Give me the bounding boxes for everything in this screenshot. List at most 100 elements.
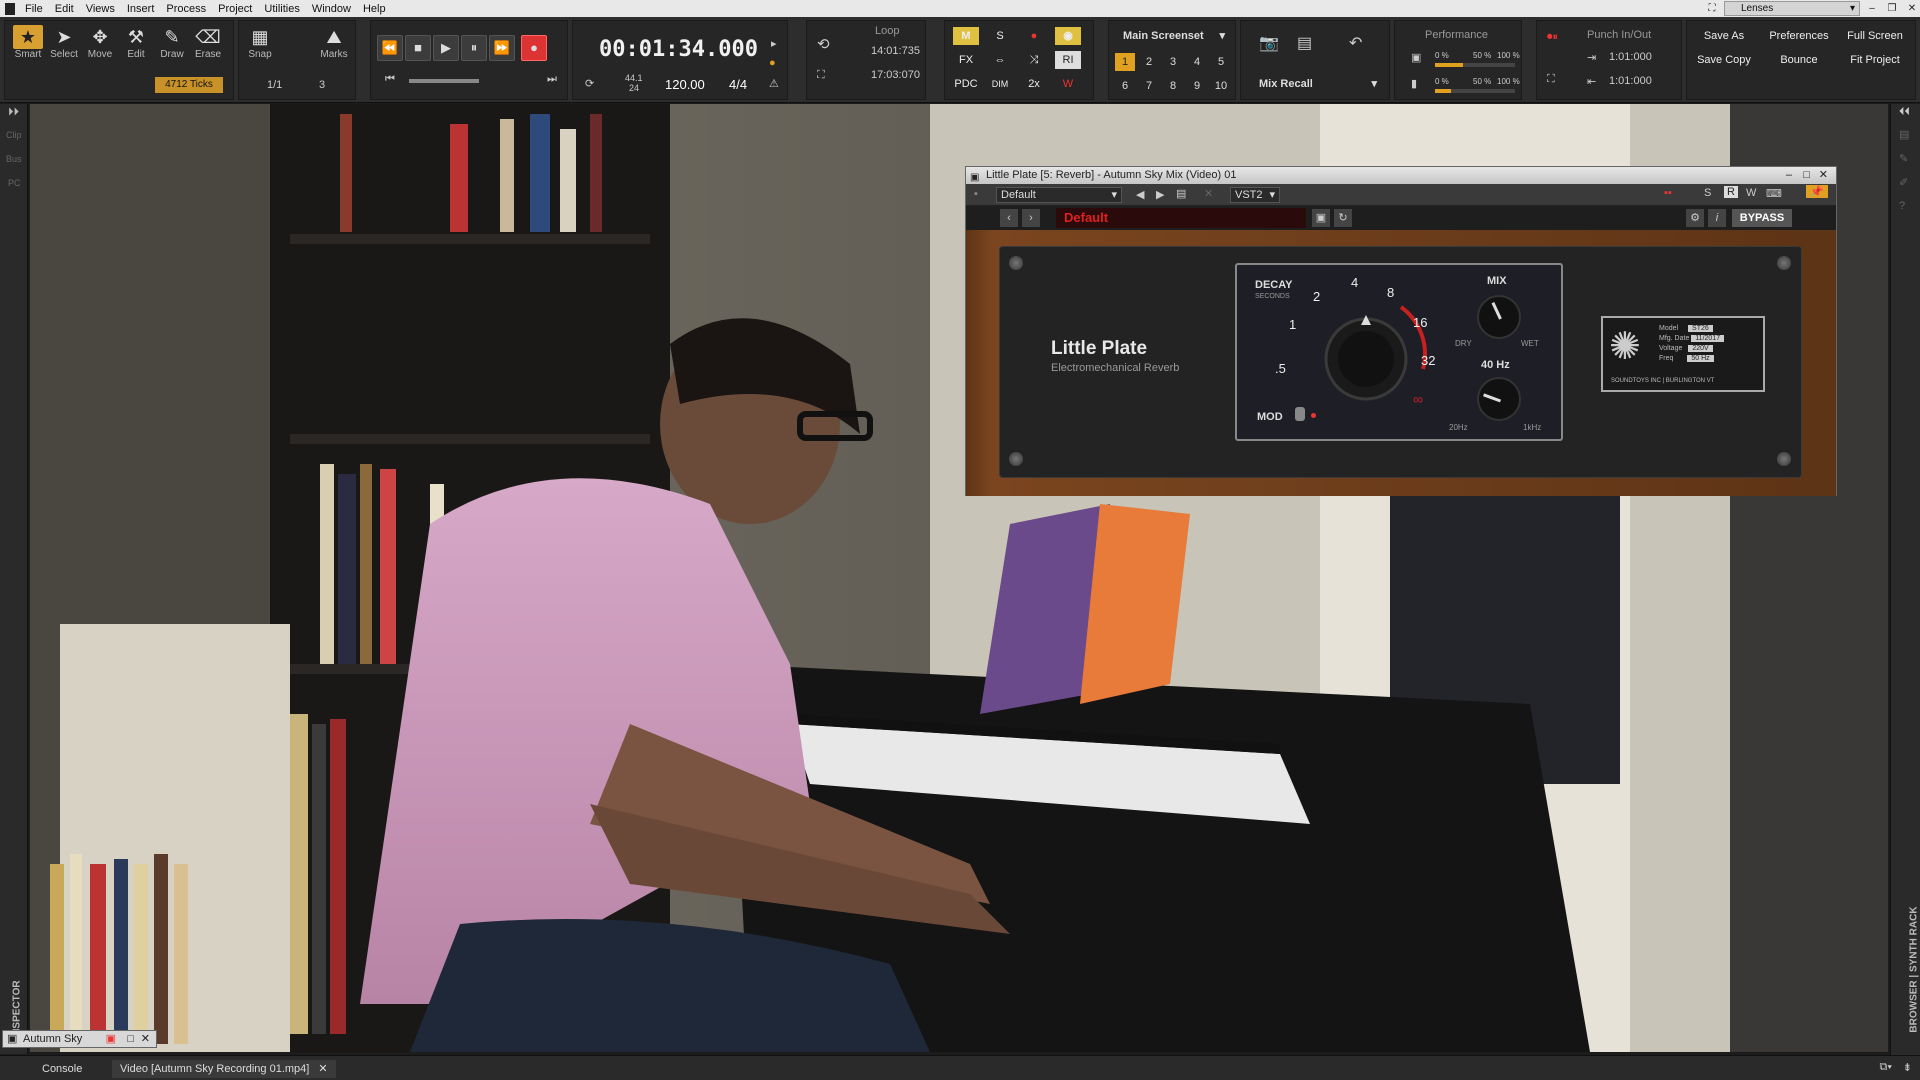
screenset-1[interactable]: 1 xyxy=(1115,53,1135,71)
preferences-button[interactable]: Preferences xyxy=(1763,27,1835,45)
menu-views[interactable]: Views xyxy=(80,3,121,15)
preset-dropdown[interactable]: Default xyxy=(996,187,1122,203)
save-preset-icon[interactable]: ▤ xyxy=(1176,187,1186,200)
mini-restore-icon[interactable]: □ xyxy=(127,1031,134,1047)
plugin-maximize-icon[interactable]: □ xyxy=(1803,167,1810,184)
solo-button[interactable]: S xyxy=(987,27,1013,45)
mini-close-icon[interactable]: ✕ xyxy=(141,1031,150,1047)
hp-knob[interactable] xyxy=(1477,377,1521,421)
mix-knob[interactable] xyxy=(1477,295,1521,339)
mix-recall-dropdown[interactable]: Mix Recall xyxy=(1255,77,1381,93)
format-dropdown[interactable]: VST2 xyxy=(1230,187,1280,203)
menu-edit[interactable]: Edit xyxy=(49,3,80,15)
bounce-button[interactable]: Bounce xyxy=(1763,51,1835,69)
link-icon[interactable]: ⇔ xyxy=(987,51,1013,69)
info-icon[interactable]: i xyxy=(1708,209,1726,227)
minimized-window[interactable]: ▣ Autumn Sky ▣ □ ✕ xyxy=(2,1030,157,1048)
tool-erase[interactable]: ⌫ Erase xyxy=(193,25,223,60)
tool-select[interactable]: ➤ Select xyxy=(49,25,79,60)
help-icon[interactable]: ? xyxy=(1899,200,1905,212)
loop-toggle-icon[interactable]: ⟲ xyxy=(817,35,830,53)
screenset-5[interactable]: 5 xyxy=(1211,53,1231,71)
punch-out-icon[interactable]: ⇤ xyxy=(1587,75,1596,88)
meter-readout[interactable]: 4/4 xyxy=(729,77,747,92)
mute-button[interactable]: M xyxy=(953,27,979,45)
keyboard-icon[interactable]: ⌨ xyxy=(1766,187,1782,200)
save-copy-button[interactable]: Save Copy xyxy=(1691,51,1757,69)
2x-button[interactable]: 2x xyxy=(1021,75,1047,93)
camera-icon[interactable]: 📷 xyxy=(1259,33,1279,53)
undo-icon[interactable]: ↶ xyxy=(1349,33,1362,53)
tab-console[interactable]: Console xyxy=(34,1060,90,1078)
punch-fit-icon[interactable]: ⛶ xyxy=(1547,73,1555,86)
mod-switch[interactable] xyxy=(1295,407,1305,421)
pin-icon[interactable]: 📌 xyxy=(1806,185,1828,198)
fx-button[interactable]: FX xyxy=(953,51,979,69)
app-icon[interactable] xyxy=(5,2,15,15)
reset-icon[interactable]: ↻ xyxy=(1334,209,1352,227)
menu-window[interactable]: Window xyxy=(306,3,357,15)
minimize-icon[interactable]: – xyxy=(1864,2,1880,16)
read-automation-button[interactable]: R xyxy=(1724,186,1738,198)
tool-icon[interactable]: ✎ xyxy=(1899,152,1908,165)
stop-button[interactable]: ■ xyxy=(405,35,431,61)
menu-project[interactable]: Project xyxy=(212,3,258,15)
next-preset-button[interactable]: › xyxy=(1022,209,1040,227)
write-automation-button[interactable]: W xyxy=(1746,187,1756,199)
screenset-9[interactable]: 9 xyxy=(1187,77,1207,95)
plugin-menu-icon[interactable]: ▪ xyxy=(974,188,978,200)
full-screen-button[interactable]: Full Screen xyxy=(1839,27,1911,45)
plugin-close-icon[interactable]: ✕ xyxy=(1819,167,1828,184)
screenset-8[interactable]: 8 xyxy=(1163,77,1183,95)
menu-utilities[interactable]: Utilities xyxy=(258,3,305,15)
ticks-readout[interactable]: 4712 Ticks xyxy=(155,77,223,93)
play-button[interactable]: ▶ xyxy=(433,35,459,61)
pc-tab[interactable]: PC xyxy=(8,178,21,188)
sync-icon[interactable]: ⟳ xyxy=(585,77,594,90)
pause-button[interactable]: ⏸ xyxy=(461,35,487,61)
dim-button[interactable]: DIM xyxy=(987,75,1013,93)
time-readout[interactable]: 00:01:34.000 xyxy=(599,37,758,62)
routing-icon[interactable]: ▪▪ xyxy=(1664,187,1672,199)
rewind-button[interactable]: ⏪ xyxy=(377,35,403,61)
bus-tab[interactable]: Bus xyxy=(6,154,22,164)
screenset-7[interactable]: 7 xyxy=(1139,77,1159,95)
loop-fit-icon[interactable]: ⛶ xyxy=(817,69,825,82)
preset-next-icon[interactable]: ▶ xyxy=(1156,188,1164,201)
preset-name-field[interactable]: Default xyxy=(1056,208,1306,228)
screenset-2[interactable]: 2 xyxy=(1139,53,1159,71)
pdc-button[interactable]: PDC xyxy=(949,75,983,93)
play-mode-icon[interactable]: ▸ xyxy=(771,37,777,50)
plugin-titlebar[interactable]: ▣ Little Plate [5: Reverb] - Autumn Sky … xyxy=(966,167,1836,184)
menu-file[interactable]: File xyxy=(19,3,49,15)
loop-end[interactable]: 17:03:070 xyxy=(871,69,920,81)
preset-prev-icon[interactable]: ◀ xyxy=(1136,188,1144,201)
write-icon[interactable]: W xyxy=(1055,75,1081,93)
tempo-readout[interactable]: 120.00 xyxy=(665,77,705,92)
browser-synth-rack-tab[interactable]: BROWSER | SYNTH RACK xyxy=(1909,906,1920,1032)
layout-icon[interactable]: ⧉▾ xyxy=(1880,1061,1892,1074)
screenset-dropdown[interactable]: Main Screenset xyxy=(1119,29,1229,45)
punch-in[interactable]: 1:01:000 xyxy=(1609,51,1652,63)
save-as-button[interactable]: Save As xyxy=(1691,27,1757,45)
marks-button[interactable]: ⛰ Marks xyxy=(319,25,349,60)
expand-down-icon[interactable]: ⇟ xyxy=(1903,1061,1912,1074)
clip-tab[interactable]: Clip xyxy=(6,130,22,140)
go-end-icon[interactable]: ⏭ xyxy=(547,73,557,86)
tool-move[interactable]: ✥ Move xyxy=(85,25,115,60)
settings-gear-icon[interactable]: ⚙ xyxy=(1686,209,1704,227)
sidechain-button[interactable]: S xyxy=(1704,187,1711,199)
close-icon[interactable]: ✕ xyxy=(1904,2,1920,16)
monitor-button[interactable]: ◉ xyxy=(1055,27,1081,45)
document-icon[interactable]: ▤ xyxy=(1297,33,1312,53)
snap-resolution[interactable]: 1/1 xyxy=(267,79,282,91)
screenset-10[interactable]: 10 xyxy=(1211,77,1231,95)
punch-icon[interactable]: ⏺⏸ xyxy=(1547,31,1558,44)
bypass-button[interactable]: BYPASS xyxy=(1732,209,1792,227)
save-icon[interactable]: ▣ xyxy=(1312,209,1330,227)
menu-help[interactable]: Help xyxy=(357,3,392,15)
lenses-dropdown[interactable]: Lenses xyxy=(1724,1,1860,16)
plugin-minimize-icon[interactable]: – xyxy=(1786,167,1792,184)
screenset-6[interactable]: 6 xyxy=(1115,77,1135,95)
menu-process[interactable]: Process xyxy=(160,3,212,15)
